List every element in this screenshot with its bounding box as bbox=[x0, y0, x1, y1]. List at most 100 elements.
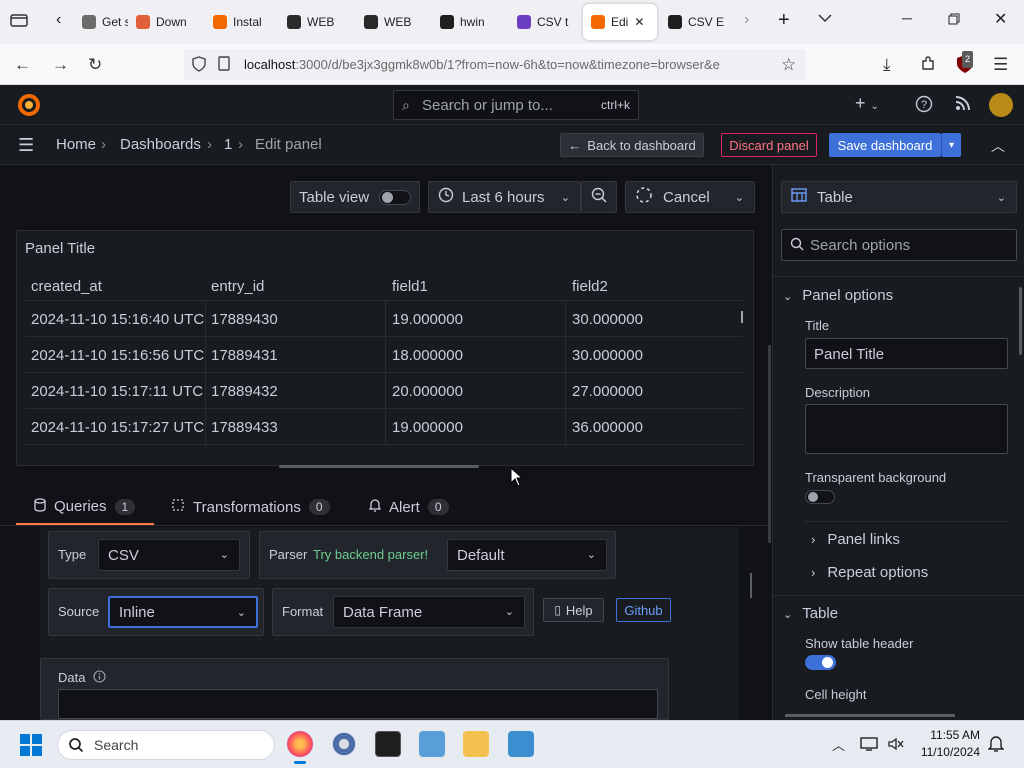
description-textarea[interactable] bbox=[805, 404, 1008, 454]
toggle-switch[interactable] bbox=[379, 190, 411, 205]
taskbar-clock[interactable]: 11:55 AM 11/10/2024 bbox=[920, 728, 980, 759]
horizontal-scrollbar[interactable] bbox=[279, 465, 479, 468]
title-input[interactable]: Panel Title bbox=[805, 338, 1008, 369]
breadcrumb-home[interactable]: Home bbox=[56, 136, 96, 153]
panel-options-section[interactable]: ⌄ Panel options bbox=[783, 287, 893, 304]
bookmark-star-icon[interactable]: ☆ bbox=[781, 56, 796, 73]
rss-icon[interactable] bbox=[955, 95, 971, 116]
github-link-button[interactable]: Github bbox=[616, 598, 671, 622]
browser-tab[interactable]: WEB bbox=[281, 4, 349, 40]
tab-label: WEB bbox=[384, 15, 412, 29]
back-to-dashboard-button[interactable]: ← Back to dashboard bbox=[560, 133, 704, 157]
grafana-logo-icon[interactable] bbox=[17, 93, 41, 122]
monitor-app-icon[interactable] bbox=[508, 731, 534, 757]
taskbar-search[interactable]: Search bbox=[57, 730, 275, 760]
tab-overview-icon[interactable] bbox=[10, 12, 28, 31]
notification-bell-icon[interactable] bbox=[987, 735, 1005, 758]
tab-alert[interactable]: Alert 0 bbox=[368, 498, 449, 516]
help-icon[interactable]: ? bbox=[915, 95, 933, 118]
volume-muted-icon[interactable] bbox=[887, 736, 905, 757]
help-button[interactable]: ▯ Help bbox=[543, 598, 604, 622]
visualization-picker[interactable]: Table ⌄ bbox=[781, 181, 1017, 213]
menu-icon[interactable]: ☰ bbox=[993, 56, 1008, 73]
add-icon[interactable]: + ⌄ bbox=[855, 93, 879, 114]
repeat-options-section[interactable]: › Repeat options bbox=[811, 564, 928, 581]
back-icon[interactable]: ← bbox=[14, 56, 31, 73]
format-select[interactable]: Data Frame ⌄ bbox=[333, 596, 525, 628]
tray-chevron-up-icon[interactable]: ︿ bbox=[832, 735, 845, 754]
options-scrollbar[interactable] bbox=[1019, 287, 1022, 355]
control-panel-icon[interactable] bbox=[419, 731, 445, 757]
table-cell: 17889431 bbox=[211, 347, 278, 364]
column-header[interactable]: field2 bbox=[572, 278, 608, 295]
time-range-picker[interactable]: Last 6 hours ⌄ bbox=[428, 181, 581, 213]
options-horizontal-scrollbar[interactable] bbox=[785, 714, 955, 717]
close-tab-icon[interactable]: ✕ bbox=[634, 15, 644, 29]
cancel-query-button[interactable]: Cancel ⌄ bbox=[625, 181, 755, 213]
extensions-icon[interactable] bbox=[920, 56, 936, 75]
panel-links-section[interactable]: › Panel links bbox=[811, 531, 900, 548]
browser-tab[interactable]: CSV E bbox=[662, 4, 732, 40]
search-bar[interactable]: ⌕ Search or jump to... ctrl+k bbox=[393, 90, 639, 120]
type-select[interactable]: CSV ⌄ bbox=[98, 539, 240, 571]
show-table-header-toggle[interactable] bbox=[805, 655, 836, 670]
try-backend-parser-link[interactable]: Try backend parser! bbox=[313, 547, 428, 562]
close-window-icon[interactable]: ✕ bbox=[994, 9, 1007, 29]
windows-start-icon[interactable] bbox=[20, 734, 42, 761]
ublock-icon[interactable]: 2 bbox=[956, 51, 974, 77]
table-section[interactable]: ⌄ Table bbox=[783, 605, 838, 622]
user-avatar[interactable] bbox=[989, 93, 1013, 117]
network-icon[interactable] bbox=[860, 736, 878, 757]
forward-icon[interactable]: → bbox=[52, 56, 69, 73]
info-icon[interactable] bbox=[93, 670, 106, 688]
tab-queries[interactable]: Queries 1 bbox=[34, 498, 136, 515]
column-header[interactable]: field1 bbox=[392, 278, 428, 295]
save-dashboard-button[interactable]: Save dashboard bbox=[829, 133, 941, 157]
browser-tab[interactable]: Edi ✕ bbox=[583, 4, 657, 40]
terminal-icon[interactable] bbox=[375, 731, 401, 757]
reload-icon[interactable]: ↻ bbox=[88, 56, 102, 73]
url-path: :3000/d/be3jx3ggmk8w0b/1?from=now-6h&to=… bbox=[295, 57, 720, 72]
column-header[interactable]: entry_id bbox=[211, 278, 264, 295]
vertical-scrollbar[interactable] bbox=[741, 311, 743, 323]
page-info-icon[interactable] bbox=[218, 56, 230, 74]
column-header[interactable]: created_at bbox=[31, 278, 102, 295]
new-tab-icon[interactable]: + bbox=[778, 9, 790, 32]
pane-resizer[interactable] bbox=[768, 345, 771, 543]
clock-icon bbox=[438, 187, 454, 207]
tab-transformations[interactable]: Transformations 0 bbox=[171, 498, 330, 516]
parser-select[interactable]: Default ⌄ bbox=[447, 539, 607, 571]
search-options-input[interactable]: Search options bbox=[781, 229, 1017, 261]
file-explorer-icon[interactable] bbox=[463, 731, 489, 757]
browser-tab[interactable]: CSV t bbox=[511, 4, 577, 40]
breadcrumb-dashboards[interactable]: Dashboards bbox=[120, 136, 201, 153]
breadcrumb-dashboard-1[interactable]: 1 bbox=[224, 136, 232, 153]
collapse-chevron-up-icon[interactable]: ︿ bbox=[991, 136, 1005, 156]
chevron-down-icon: ⌄ bbox=[560, 192, 570, 204]
tabs-scroll-left-icon[interactable]: ‹ bbox=[56, 11, 61, 29]
browser-tab[interactable]: hwin bbox=[434, 4, 502, 40]
firefox-icon[interactable] bbox=[287, 731, 313, 757]
browser-tab[interactable]: WEB bbox=[358, 4, 426, 40]
downloads-icon[interactable]: ⤓ bbox=[883, 56, 891, 73]
transparent-background-toggle[interactable] bbox=[805, 490, 835, 504]
zoom-out-button[interactable] bbox=[581, 181, 617, 213]
url-bar[interactable]: localhost:3000/d/be3jx3ggmk8w0b/1?from=n… bbox=[184, 49, 806, 80]
list-tabs-icon[interactable] bbox=[818, 10, 832, 26]
tabs-scroll-right-icon[interactable]: › bbox=[744, 11, 749, 29]
shield-icon[interactable] bbox=[192, 56, 206, 75]
restore-icon[interactable] bbox=[948, 12, 960, 28]
windows-taskbar: Search ︿ 11:55 AM 11/10/2024 bbox=[0, 720, 1024, 768]
query-scrollbar[interactable] bbox=[750, 573, 752, 598]
discard-panel-button[interactable]: Discard panel bbox=[721, 133, 817, 157]
browser-tab[interactable]: Instal bbox=[207, 4, 275, 40]
data-textarea[interactable] bbox=[58, 689, 658, 719]
table-view-toggle[interactable]: Table view bbox=[290, 181, 420, 213]
minimize-icon[interactable]: ─ bbox=[902, 10, 912, 26]
browser-tab[interactable]: Get st bbox=[76, 4, 128, 40]
settings-gear-icon[interactable] bbox=[331, 731, 357, 757]
browser-tab[interactable]: Down bbox=[130, 4, 198, 40]
save-options-dropdown[interactable]: ▾ bbox=[941, 133, 961, 157]
hamburger-menu-icon[interactable]: ☰ bbox=[18, 135, 34, 156]
source-select[interactable]: Inline ⌄ bbox=[108, 596, 258, 628]
